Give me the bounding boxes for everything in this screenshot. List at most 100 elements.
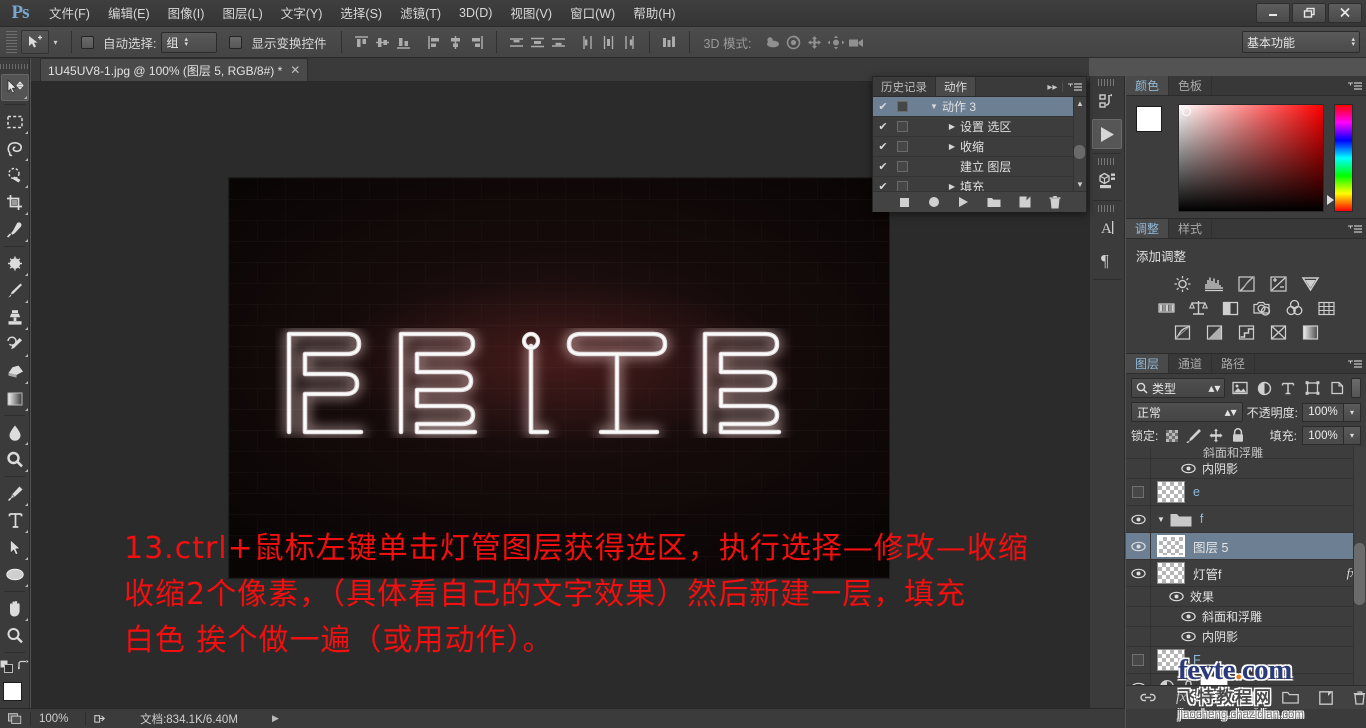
pan-3d-icon[interactable]	[804, 31, 825, 53]
menu-view[interactable]: 视图(V)	[501, 0, 561, 27]
action-row[interactable]: ✔ ▶ 填充	[873, 177, 1086, 191]
table-row[interactable]: F	[1126, 646, 1366, 674]
layer-effect-row[interactable]: 斜面和浮雕	[1126, 606, 1366, 627]
paragraph-panel-icon[interactable]: ¶	[1092, 245, 1122, 275]
new-set-button[interactable]	[987, 196, 1001, 208]
tab-channels[interactable]: 通道	[1169, 354, 1213, 373]
color-balance-icon[interactable]	[1187, 298, 1209, 318]
actions-list[interactable]: ✔ ▼ 动作 3 ✔ ▶ 设置 选区 ✔ ▶ 收缩 ✔ 建立 图层 ✔ ▶ 填充…	[873, 97, 1086, 191]
gradient-map-icon[interactable]	[1299, 322, 1321, 342]
layer-filter-toggle[interactable]	[1351, 378, 1362, 398]
auto-select-scope-select[interactable]: 组 ▴ ▾	[161, 31, 218, 53]
eye-icon[interactable]	[1181, 631, 1196, 642]
panel-menu-icon[interactable]	[1348, 360, 1362, 370]
layers-scrollbar-thumb[interactable]	[1354, 543, 1365, 605]
group-expand-icon[interactable]: ▼	[1157, 515, 1165, 524]
eye-icon[interactable]	[1169, 591, 1184, 602]
options-bar-grip[interactable]	[6, 31, 17, 53]
curves-icon[interactable]	[1235, 274, 1257, 294]
fill-dropdown-icon[interactable]: ▾	[1344, 426, 1361, 445]
threshold-icon[interactable]	[1235, 322, 1257, 342]
new-group-button[interactable]	[1281, 691, 1299, 704]
path-selection-tool[interactable]	[1, 534, 29, 561]
close-icon[interactable]: ✕	[290, 63, 300, 77]
menu-image[interactable]: 图像(I)	[159, 0, 214, 27]
photo-filter-icon[interactable]	[1251, 298, 1273, 318]
posterize-icon[interactable]	[1203, 322, 1225, 342]
layer-name[interactable]: e	[1193, 485, 1200, 499]
menu-window[interactable]: 窗口(W)	[561, 0, 624, 27]
quick-selection-tool[interactable]	[1, 162, 29, 189]
eye-icon[interactable]	[1181, 611, 1196, 622]
slide-3d-icon[interactable]	[825, 31, 846, 53]
layer-name[interactable]: 图层 5	[1193, 537, 1228, 556]
move-tool[interactable]	[1, 74, 29, 101]
menu-type[interactable]: 文字(Y)	[272, 0, 332, 27]
actions-panel-icon[interactable]	[1092, 119, 1122, 149]
zoom-level[interactable]: 100%	[31, 709, 85, 728]
layer-name[interactable]: 灯管f	[1193, 564, 1221, 583]
tab-swatches[interactable]: 色板	[1169, 76, 1213, 95]
horizontal-type-tool[interactable]	[1, 507, 29, 534]
filter-adjustment-icon[interactable]	[1255, 378, 1274, 398]
layers-panel-menu[interactable]	[1348, 360, 1362, 370]
action-row[interactable]: ✔ ▼ 动作 3	[873, 97, 1086, 117]
add-layer-mask-button[interactable]	[1210, 691, 1227, 704]
black-white-icon[interactable]	[1219, 298, 1241, 318]
action-enabled-check[interactable]: ✔	[873, 160, 893, 173]
crop-tool[interactable]	[1, 189, 29, 216]
layer-visibility-toggle[interactable]	[1126, 673, 1151, 685]
align-left-edges-icon[interactable]	[424, 31, 445, 53]
adjustments-panel[interactable]: 调整 样式 添加调整	[1126, 219, 1366, 354]
action-enabled-check[interactable]: ✔	[873, 100, 893, 113]
table-row[interactable]	[1126, 673, 1366, 685]
action-row[interactable]: ✔ ▶ 设置 选区	[873, 117, 1086, 137]
table-row[interactable]: 图层 5	[1126, 532, 1366, 560]
align-bottom-edges-icon[interactable]	[393, 31, 414, 53]
eyedropper-tool[interactable]	[1, 216, 29, 243]
dodge-tool[interactable]	[1, 446, 29, 473]
fill-value[interactable]: 100%	[1302, 426, 1344, 445]
opacity-value[interactable]: 100%	[1302, 402, 1344, 422]
spot-healing-brush-tool[interactable]	[1, 250, 29, 277]
align-top-edges-icon[interactable]	[351, 31, 372, 53]
vibrance-icon[interactable]	[1299, 274, 1321, 294]
selective-color-icon[interactable]	[1267, 322, 1289, 342]
actions-panel[interactable]: 历史记录 动作 ▸▸ | ✔ ▼ 动作 3 ✔ ▶ 设置 选区 ✔ ▶ 收缩 ✔…	[872, 76, 1087, 212]
hue-slider[interactable]	[1327, 104, 1353, 212]
action-row[interactable]: ✔ 建立 图层	[873, 157, 1086, 177]
panel-menu-icon[interactable]	[1348, 225, 1362, 235]
restore-button[interactable]	[1292, 2, 1326, 23]
play-selection-button[interactable]	[958, 196, 969, 208]
foreground-color-swatch[interactable]	[1136, 106, 1162, 132]
layer-effect-row[interactable]: 内阴影	[1126, 626, 1366, 647]
foreground-color-swatch[interactable]	[3, 682, 22, 701]
default-colors-icon[interactable]	[0, 659, 13, 673]
opacity-dropdown-icon[interactable]: ▾	[1344, 402, 1361, 422]
tab-styles[interactable]: 样式	[1169, 219, 1213, 238]
align-horizontal-centers-icon[interactable]	[445, 31, 466, 53]
history-panel-icon[interactable]	[1092, 87, 1122, 117]
scroll-down-icon[interactable]: ▼	[1076, 180, 1084, 189]
hue-saturation-icon[interactable]	[1155, 298, 1177, 318]
new-action-button[interactable]	[1019, 196, 1031, 208]
menu-file[interactable]: 文件(F)	[40, 0, 99, 27]
menu-layer[interactable]: 图层(L)	[213, 0, 271, 27]
color-lookup-icon[interactable]	[1315, 298, 1337, 318]
delete-layer-button[interactable]	[1353, 690, 1366, 705]
opacity-control[interactable]: 100% ▾	[1302, 402, 1361, 422]
rail-grip[interactable]	[1098, 79, 1116, 86]
tab-actions[interactable]: 动作	[936, 77, 976, 96]
link-layers-button[interactable]	[1140, 691, 1156, 704]
action-dialog-toggle[interactable]	[897, 141, 908, 152]
channel-mixer-icon[interactable]	[1283, 298, 1305, 318]
lock-image-pixels-icon[interactable]	[1185, 427, 1202, 444]
color-field-picker[interactable]	[1182, 107, 1191, 116]
image-document[interactable]	[229, 178, 889, 578]
screen-mode-icon[interactable]	[0, 709, 30, 728]
distribute-top-edges-icon[interactable]	[506, 31, 527, 53]
action-expand-icon[interactable]: ▶	[944, 182, 960, 191]
filter-type-icon[interactable]	[1279, 378, 1298, 398]
align-right-edges-icon[interactable]	[466, 31, 487, 53]
layers-panel[interactable]: 图层 通道 路径 类型 ▴▾ 正常 ▴▾ 不透明度: 100% ▾ 锁定: 填充…	[1126, 354, 1366, 709]
